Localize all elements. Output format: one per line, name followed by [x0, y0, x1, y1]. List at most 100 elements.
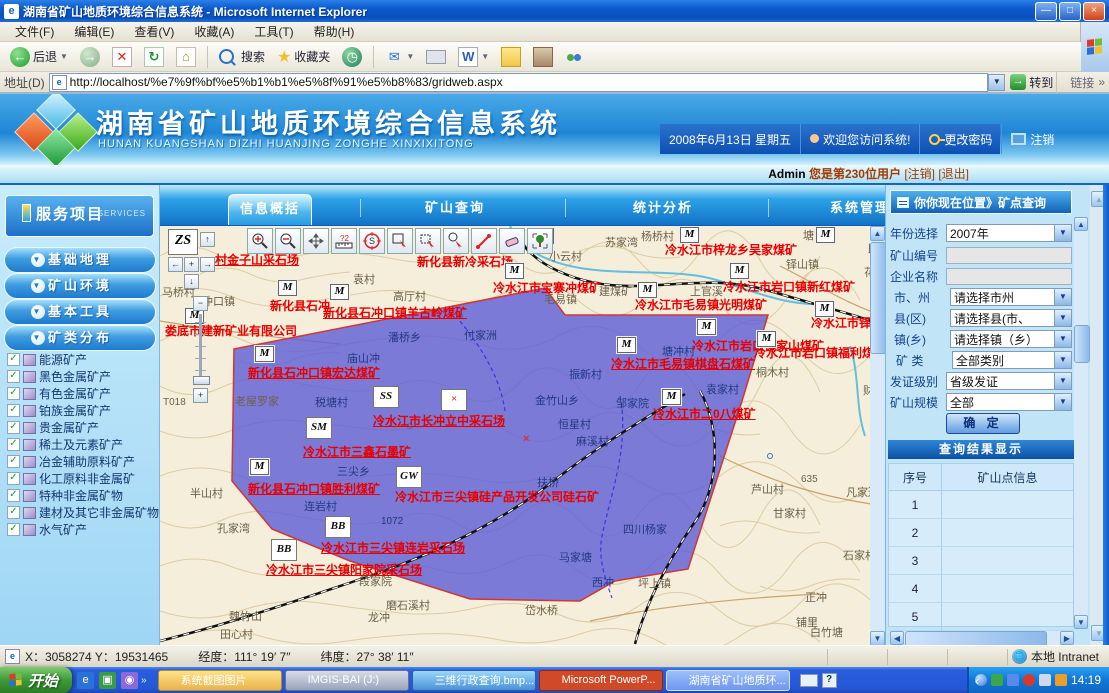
mine-marker-m[interactable]: M [697, 319, 716, 335]
menu-file[interactable]: 文件(F) [6, 21, 63, 42]
mine-label[interactable]: 冷水江市岩口镇新红煤矿 [723, 281, 855, 294]
back-button[interactable]: ←后退▼ [6, 46, 72, 68]
company-name-input[interactable] [946, 268, 1072, 285]
county-select[interactable]: 请选择县(市、▼ [950, 309, 1072, 327]
task-button[interactable]: 湖南省矿山地质环... [666, 670, 790, 691]
panel-vscrollbar[interactable]: ▲ ▼ [1074, 217, 1088, 629]
symbol-marker[interactable]: BB [271, 539, 297, 561]
mineral-type-select[interactable]: 全部类别▼ [952, 351, 1072, 369]
scroll-left-icon[interactable]: ◀ [890, 631, 904, 645]
tray-icon-green[interactable] [991, 674, 1003, 686]
scroll-up-icon[interactable]: ▲ [870, 226, 885, 241]
panel-hscrollbar[interactable]: ◀ ▶ [890, 631, 1074, 645]
mine-code-input[interactable] [946, 247, 1072, 264]
zoom-in-tool[interactable] [247, 228, 273, 254]
task-button[interactable]: IMGIS-BAI (J:) [285, 670, 409, 691]
mine-label[interactable]: 新化县石冲 [270, 300, 330, 313]
go-button[interactable]: →转到 [1010, 74, 1053, 91]
scroll-up-icon[interactable]: ▲ [1074, 217, 1088, 231]
task-button[interactable]: 三维行政查询.bmp... [412, 670, 536, 691]
logout-text-link[interactable]: [注销] [904, 167, 935, 181]
favorites-button[interactable]: ★收藏夹 [273, 46, 334, 68]
mine-marker-m[interactable]: M [278, 280, 297, 296]
mail-button[interactable]: ✉▼ [381, 47, 418, 67]
zoom-plus-button[interactable]: + [193, 388, 208, 403]
home-button[interactable]: ⌂ [172, 46, 200, 68]
rect-select-tool[interactable] [387, 228, 413, 254]
change-password-link[interactable]: 更改密码 [919, 124, 1001, 154]
history-button[interactable]: ◷ [338, 46, 366, 68]
result-row[interactable]: 1 [889, 491, 1073, 519]
cert-level-select[interactable]: 省级发证▼ [946, 372, 1072, 390]
maximize-button[interactable]: □ [1059, 2, 1081, 21]
close-button[interactable]: × [1083, 2, 1105, 21]
chevron-down-icon[interactable]: ▼ [1054, 352, 1071, 368]
refresh-button[interactable]: ↻ [140, 46, 168, 68]
zoom-slider-handle[interactable] [193, 376, 210, 385]
layer-checkbox[interactable]: ✓ [7, 353, 20, 366]
scroll-right-icon[interactable]: ▶ [1060, 631, 1074, 645]
layer-checkbox[interactable]: ✓ [7, 370, 20, 383]
task-button[interactable]: Microsoft PowerP... [539, 670, 663, 691]
menu-edit[interactable]: 编辑(E) [65, 21, 123, 42]
logout-link[interactable]: 注销 [1001, 124, 1063, 154]
address-input[interactable]: e http://localhost/%e7%9f%bf%e5%b1%b1%e5… [49, 73, 989, 92]
sidebar-section-mineral-distribution[interactable]: ▼矿类分布 [4, 325, 156, 351]
tab-info-overview[interactable]: 信息概括 [228, 194, 312, 225]
confirm-button[interactable]: 确 定 [946, 413, 1020, 434]
mine-label[interactable]: 冷水江市三鑫石墨矿 [303, 446, 411, 459]
quicklaunch-media-icon[interactable]: ◉ [121, 672, 138, 689]
chevron-down-icon[interactable]: ▼ [1054, 373, 1071, 389]
mine-marker-m[interactable]: M [662, 389, 681, 405]
chevron-down-icon[interactable]: ▼ [1054, 225, 1071, 241]
mine-label[interactable]: 冷水江市二0八煤矿 [653, 408, 756, 421]
result-row[interactable]: 5 [889, 603, 1073, 631]
tray-icon-blue[interactable] [1007, 674, 1019, 686]
mine-label[interactable]: 新化县石冲口镇羊古岭煤矿 [323, 307, 467, 320]
start-button[interactable]: 开始 [0, 667, 72, 693]
stop-button[interactable]: ✕ [108, 46, 136, 68]
symbol-marker[interactable]: SS [373, 386, 399, 408]
result-row[interactable]: 2 [889, 519, 1073, 547]
tray-icon-display[interactable] [1039, 674, 1051, 686]
chevron-down-icon[interactable]: ▼ [1054, 331, 1071, 347]
address-dropdown-icon[interactable]: ▼ [988, 74, 1005, 91]
mine-marker-m[interactable]: M [757, 331, 776, 347]
chevron-down-icon[interactable]: ▼ [1054, 310, 1071, 326]
tab-mine-query[interactable]: 矿山查询 [365, 194, 545, 225]
layer-checkbox[interactable]: ✓ [7, 387, 20, 400]
pan-left-button[interactable]: ← [168, 257, 183, 272]
mine-marker-m[interactable]: M [816, 227, 835, 243]
scroll-thumb[interactable] [870, 242, 885, 354]
mine-label[interactable]: 冷水江市三尖镇连岩采石场 [321, 542, 465, 555]
pan-right-button[interactable]: → [200, 257, 215, 272]
forward-button[interactable]: → [76, 46, 104, 68]
pan-center-button[interactable]: + [184, 257, 199, 272]
mine-label[interactable]: 冷水江市三尖镇阳家院采石场 [266, 564, 422, 577]
mine-marker-m[interactable]: M [505, 263, 524, 279]
layer-checkbox[interactable]: ✓ [7, 472, 20, 485]
legend-tree-tool[interactable] [527, 228, 553, 254]
city-select[interactable]: 请选择市州▼ [950, 288, 1072, 306]
layer-checkbox[interactable]: ✓ [7, 404, 20, 417]
mine-label[interactable]: 冷水江市梓龙乡吴家煤矿 [665, 244, 797, 257]
menu-favorites[interactable]: 收藏(A) [185, 21, 243, 42]
measure-line-tool[interactable] [471, 228, 497, 254]
mine-label[interactable]: 娄底市建新矿业有限公司 [165, 325, 297, 338]
zoom-minus-button[interactable]: − [193, 296, 208, 311]
help-tray-icon[interactable]: ? [822, 673, 837, 688]
back-dropdown-icon[interactable]: ▼ [60, 52, 68, 61]
mine-marker-m[interactable]: M [680, 227, 699, 243]
tray-icon-shield[interactable] [1023, 674, 1035, 686]
result-row[interactable]: 3 [889, 547, 1073, 575]
menu-view[interactable]: 查看(V) [125, 21, 183, 42]
edit-word-button[interactable]: W▼ [454, 46, 493, 68]
mine-label[interactable]: 新化县石冲口镇胜利煤矿 [248, 483, 380, 496]
layer-checkbox[interactable]: ✓ [7, 438, 20, 451]
scroll-thumb[interactable] [1074, 325, 1090, 363]
mine-label[interactable]: 新化县石冲口镇宏达煤矿 [248, 367, 380, 380]
symbol-marker[interactable]: SM [306, 417, 332, 439]
layer-checkbox[interactable]: ✓ [7, 523, 20, 536]
measure-distance-tool[interactable]: ?2 [331, 228, 357, 254]
links-label[interactable]: 链接 [1070, 74, 1094, 91]
